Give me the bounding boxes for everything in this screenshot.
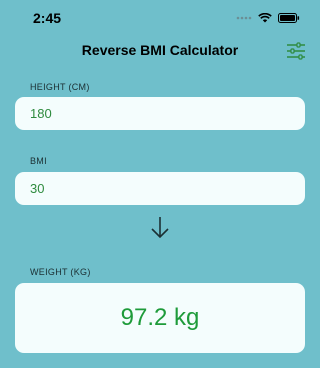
height-field-container bbox=[15, 97, 305, 130]
height-input[interactable] bbox=[15, 97, 305, 130]
arrow-down-icon bbox=[148, 215, 172, 241]
sliders-icon bbox=[287, 42, 305, 60]
signal-dots-icon bbox=[236, 16, 252, 20]
page-title: Reverse BMI Calculator bbox=[81, 42, 239, 58]
settings-button[interactable] bbox=[286, 42, 306, 60]
status-icons bbox=[236, 13, 300, 23]
bmi-field-container bbox=[15, 172, 305, 205]
weight-label: WEIGHT (KG) bbox=[30, 267, 91, 277]
status-bar: 2:45 bbox=[0, 0, 320, 36]
weight-result-value: 97.2 kg bbox=[120, 304, 200, 331]
wifi-icon bbox=[258, 13, 272, 23]
battery-icon bbox=[278, 13, 300, 23]
weight-result-card: 97.2 kg bbox=[15, 283, 305, 353]
height-label: HEIGHT (CM) bbox=[30, 82, 90, 92]
bmi-label: BMI bbox=[30, 156, 47, 166]
bmi-input[interactable] bbox=[15, 172, 305, 205]
status-time: 2:45 bbox=[33, 10, 62, 26]
